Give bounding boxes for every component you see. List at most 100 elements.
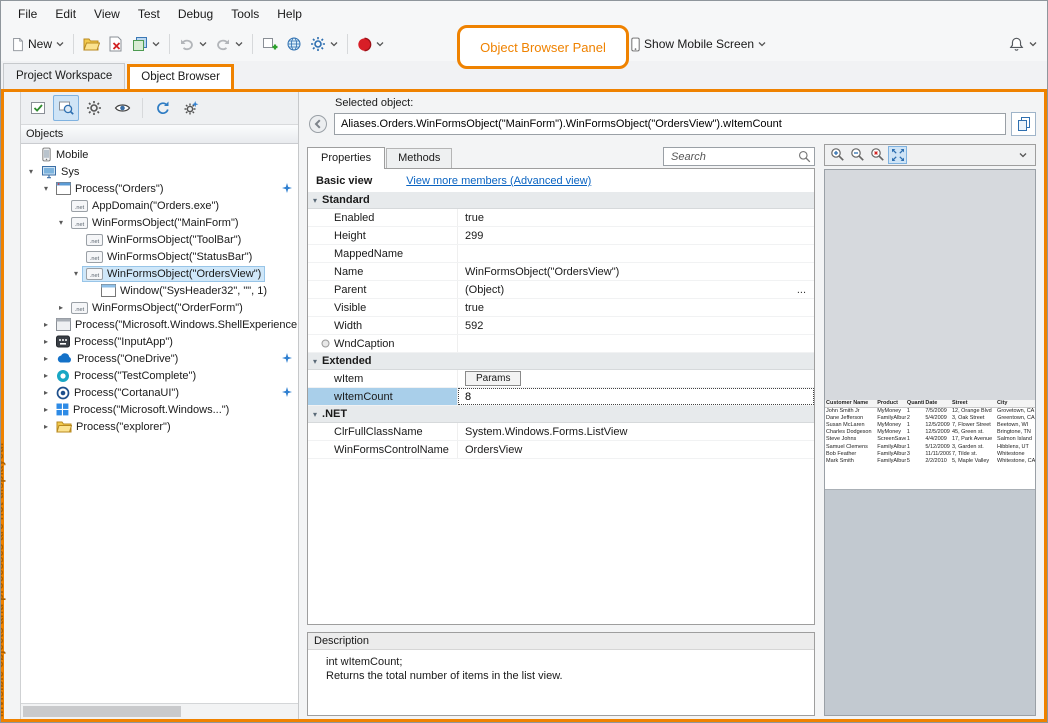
web-button[interactable] bbox=[282, 33, 306, 55]
property-value[interactable]: 592 bbox=[458, 317, 814, 334]
expand-arrow-icon[interactable]: ▸ bbox=[39, 371, 53, 380]
add-process-button[interactable] bbox=[178, 95, 204, 121]
expand-arrow-icon[interactable]: ▸ bbox=[39, 337, 53, 346]
zoom-reset-button[interactable] bbox=[868, 146, 887, 164]
property-row[interactable]: Parent(Object)... bbox=[308, 281, 814, 299]
collapse-arrow-icon[interactable]: ▾ bbox=[313, 196, 317, 205]
preview-options-dropdown[interactable] bbox=[1013, 146, 1032, 164]
expand-arrow-icon[interactable]: ▸ bbox=[39, 422, 53, 431]
zoom-out-button[interactable] bbox=[848, 146, 867, 164]
scrollbar-thumb[interactable] bbox=[23, 706, 181, 717]
tree-horizontal-scrollbar[interactable] bbox=[21, 703, 298, 719]
tree-item[interactable]: ▾Process("Orders") bbox=[21, 180, 298, 197]
tree-item[interactable]: .netWinFormsObject("StatusBar") bbox=[21, 248, 298, 265]
tree-item[interactable]: ▾.netWinFormsObject("OrdersView") bbox=[21, 265, 298, 282]
open-button[interactable] bbox=[79, 34, 104, 55]
tree-item[interactable]: ▸.netWinFormsObject("OrderForm") bbox=[21, 299, 298, 316]
property-value[interactable]: OrdersView bbox=[458, 441, 814, 458]
collapse-arrow-icon[interactable]: ▾ bbox=[313, 410, 317, 419]
tree-item[interactable]: ▸Process("InputApp") bbox=[21, 333, 298, 350]
show-checked-objects-button[interactable] bbox=[25, 95, 51, 121]
new-button[interactable]: New bbox=[7, 34, 68, 55]
search-input[interactable] bbox=[669, 150, 798, 164]
tree-item[interactable]: ▸Process("explorer") bbox=[21, 418, 298, 435]
tree-item[interactable]: ▾Sys bbox=[21, 163, 298, 180]
tree-item[interactable]: ▾.netWinFormsObject("MainForm") bbox=[21, 214, 298, 231]
fit-to-window-button[interactable] bbox=[888, 146, 907, 164]
save-all-button[interactable] bbox=[128, 33, 164, 55]
property-row[interactable]: Enabledtrue bbox=[308, 209, 814, 227]
back-button[interactable] bbox=[307, 113, 329, 135]
property-value[interactable]: (Object)... bbox=[458, 281, 814, 298]
close-document-button[interactable] bbox=[104, 33, 128, 55]
tab-properties[interactable]: Properties bbox=[307, 147, 385, 169]
section-header[interactable]: ▾Extended bbox=[308, 353, 814, 370]
property-value[interactable] bbox=[458, 388, 814, 405]
property-row[interactable]: Height299 bbox=[308, 227, 814, 245]
section-header[interactable]: ▾Standard bbox=[308, 192, 814, 209]
selected-object-path[interactable] bbox=[334, 113, 1006, 135]
expand-arrow-icon[interactable]: ▸ bbox=[39, 388, 53, 397]
refresh-tree-button[interactable] bbox=[150, 95, 176, 121]
tab-project-workspace[interactable]: Project Workspace bbox=[3, 63, 125, 89]
show-mobile-screen-button[interactable]: Show Mobile Screen bbox=[626, 34, 770, 55]
tree-settings-button[interactable] bbox=[81, 95, 107, 121]
add-item-button[interactable] bbox=[258, 33, 282, 55]
ellipsis-button[interactable]: ... bbox=[797, 284, 806, 296]
record-button[interactable] bbox=[353, 34, 388, 55]
property-row[interactable]: ClrFullClassNameSystem.Windows.Forms.Lis… bbox=[308, 423, 814, 441]
collapse-arrow-icon[interactable]: ▾ bbox=[54, 218, 68, 227]
undo-button[interactable] bbox=[175, 33, 211, 55]
property-row[interactable]: Width592 bbox=[308, 317, 814, 335]
tree-item[interactable]: ▸Process("Microsoft.Windows...") bbox=[21, 401, 298, 418]
property-row[interactable]: NameWinFormsObject("OrdersView") bbox=[308, 263, 814, 281]
property-row[interactable]: wItemParams bbox=[308, 370, 814, 388]
tree-item[interactable]: ▸Process("Microsoft.Windows.ShellExperie… bbox=[21, 316, 298, 333]
tree-item[interactable]: ▸Process("OneDrive") bbox=[21, 350, 298, 367]
tree-item[interactable]: .netAppDomain("Orders.exe") bbox=[21, 197, 298, 214]
tree-item[interactable]: .netWinFormsObject("ToolBar") bbox=[21, 231, 298, 248]
property-value-input[interactable] bbox=[465, 390, 813, 404]
menu-edit[interactable]: Edit bbox=[46, 4, 85, 24]
copy-path-button[interactable] bbox=[1011, 112, 1036, 136]
redo-button[interactable] bbox=[211, 33, 247, 55]
tree-item[interactable]: Window("SysHeader32", "", 1) bbox=[21, 282, 298, 299]
params-button[interactable]: Params bbox=[465, 371, 521, 386]
property-value[interactable]: 299 bbox=[458, 227, 814, 244]
property-row[interactable]: MappedName bbox=[308, 245, 814, 263]
notifications-button[interactable] bbox=[1004, 33, 1041, 56]
expand-arrow-icon[interactable]: ▸ bbox=[39, 354, 53, 363]
tab-methods[interactable]: Methods bbox=[386, 148, 452, 168]
property-value[interactable] bbox=[458, 335, 814, 352]
menu-view[interactable]: View bbox=[85, 4, 129, 24]
property-value[interactable]: System.Windows.Forms.ListView bbox=[458, 423, 814, 440]
zoom-in-button[interactable] bbox=[828, 146, 847, 164]
tab-object-browser[interactable]: Object Browser bbox=[127, 64, 234, 92]
menu-help[interactable]: Help bbox=[268, 4, 311, 24]
property-value[interactable]: true bbox=[458, 299, 814, 316]
advanced-view-link[interactable]: View more members (Advanced view) bbox=[406, 175, 591, 187]
tree-item[interactable]: ▸Process("TestComplete") bbox=[21, 367, 298, 384]
expand-arrow-icon[interactable]: ▸ bbox=[54, 303, 68, 312]
property-value[interactable] bbox=[458, 245, 814, 262]
property-row[interactable]: WinFormsControlNameOrdersView bbox=[308, 441, 814, 459]
property-value[interactable]: true bbox=[458, 209, 814, 226]
collapse-arrow-icon[interactable]: ▾ bbox=[313, 357, 317, 366]
collapse-arrow-icon[interactable]: ▾ bbox=[69, 269, 83, 278]
menu-tools[interactable]: Tools bbox=[222, 4, 268, 24]
expand-arrow-icon[interactable]: ▸ bbox=[39, 405, 53, 414]
collapse-arrow-icon[interactable]: ▾ bbox=[24, 167, 38, 176]
collapse-arrow-icon[interactable]: ▾ bbox=[39, 184, 53, 193]
menu-debug[interactable]: Debug bbox=[169, 4, 222, 24]
property-row[interactable]: WndCaption bbox=[308, 335, 814, 353]
tree-item[interactable]: Mobile bbox=[21, 146, 298, 163]
run-settings-button[interactable] bbox=[306, 33, 342, 55]
tree-item[interactable]: ▸Process("CortanaUI") bbox=[21, 384, 298, 401]
property-row[interactable]: Visibletrue bbox=[308, 299, 814, 317]
menu-test[interactable]: Test bbox=[129, 4, 169, 24]
menu-file[interactable]: File bbox=[9, 4, 46, 24]
highlight-object-button[interactable] bbox=[53, 95, 79, 121]
property-row[interactable]: wItemCount bbox=[308, 388, 814, 406]
expand-arrow-icon[interactable]: ▸ bbox=[39, 320, 53, 329]
show-hidden-objects-button[interactable] bbox=[109, 95, 135, 121]
